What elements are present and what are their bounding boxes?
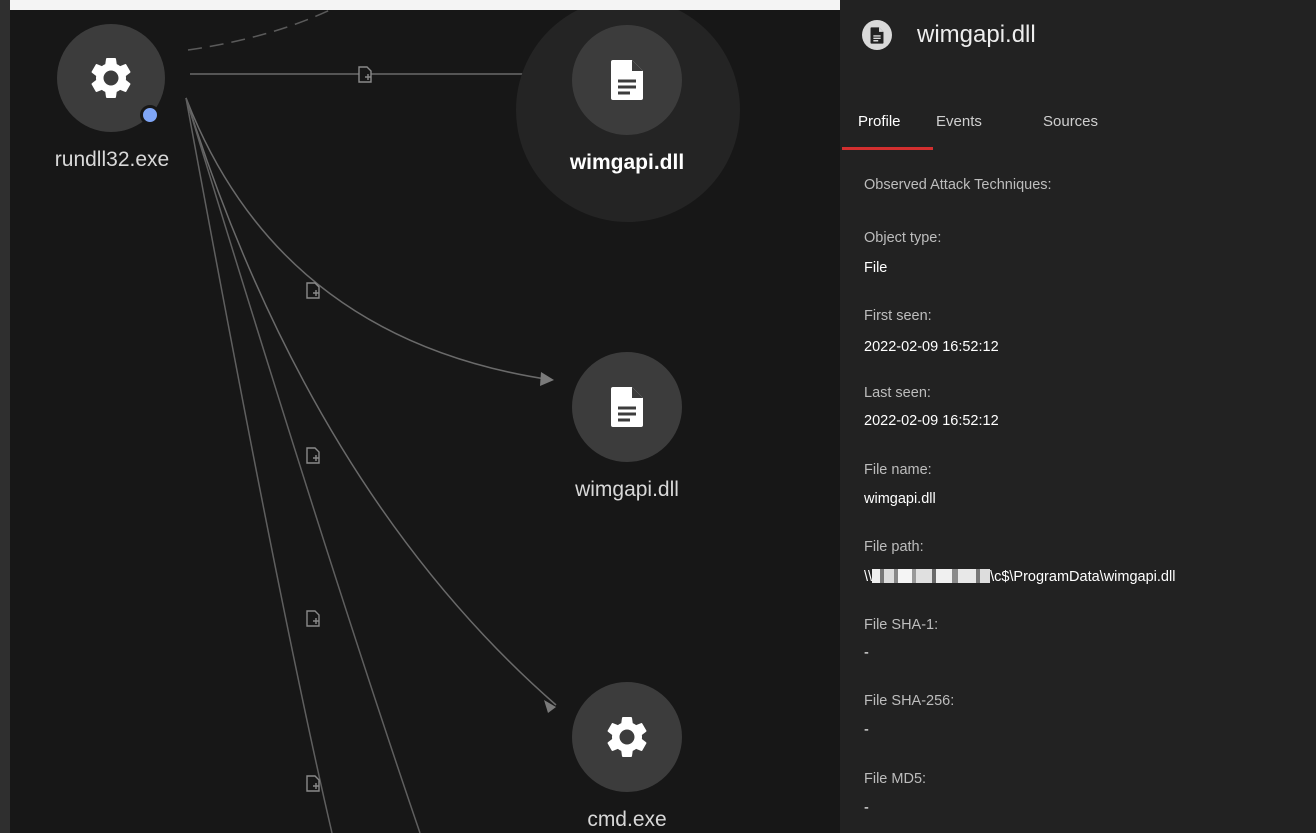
file-path-prefix: \\ <box>864 569 873 585</box>
field-value-file-name: wimgapi.dll <box>864 491 936 507</box>
tab-profile[interactable]: Profile <box>858 113 901 130</box>
node-wimgapi-selected[interactable] <box>572 25 682 135</box>
file-icon <box>611 387 643 427</box>
file-create-icon <box>306 447 320 464</box>
field-label-attack-techniques: Observed Attack Techniques: <box>864 177 1052 193</box>
field-label-sha1: File SHA-1: <box>864 617 939 633</box>
file-icon <box>862 20 892 50</box>
file-path-suffix: \c$\ProgramData\wimgapi.dll <box>990 569 1176 585</box>
left-edge-strip <box>0 0 10 833</box>
field-label-md5: File MD5: <box>864 771 927 787</box>
top-edge-strip <box>0 0 840 10</box>
tab-events[interactable]: Events <box>936 113 982 130</box>
file-icon <box>611 60 643 100</box>
field-label-file-path: File path: <box>864 539 924 555</box>
node-cmd[interactable] <box>572 682 682 792</box>
gear-icon <box>91 58 131 98</box>
edge-rundll32-to-cmd <box>185 97 557 706</box>
field-value-object-type: File <box>864 260 888 276</box>
edge-rundll32-offscreen-2 <box>185 97 333 833</box>
field-value-md5: - <box>864 800 869 816</box>
redacted-host <box>872 569 991 583</box>
file-create-icon <box>306 775 320 792</box>
status-badge <box>140 105 160 125</box>
file-create-icon <box>306 610 320 627</box>
field-label-object-type: Object type: <box>864 230 942 246</box>
field-value-sha256: - <box>864 722 869 738</box>
node-wimgapi-second[interactable] <box>572 352 682 462</box>
field-value-file-path: \\ \c$\ProgramData\wimgapi.dll <box>864 569 1175 585</box>
tab-bar: Profile Events Sources <box>840 100 1316 150</box>
field-value-last-seen: 2022-02-09 16:52:12 <box>864 413 999 429</box>
file-create-icon <box>358 66 372 83</box>
field-value-sha1: - <box>864 645 869 661</box>
field-label-first-seen: First seen: <box>864 308 932 324</box>
panel-header: wimgapi.dll <box>862 20 1036 50</box>
details-panel: wimgapi.dll Profile Events Sources Obser… <box>840 0 1316 833</box>
field-label-last-seen: Last seen: <box>864 385 931 401</box>
panel-title: wimgapi.dll <box>917 21 1036 48</box>
edge-arrowhead <box>544 700 556 713</box>
field-label-sha256: File SHA-256: <box>864 693 955 709</box>
file-create-icon <box>306 282 320 299</box>
graph-canvas[interactable]: rundll32.exe wimgapi.dll wimgapi.dll cmd… <box>10 10 840 833</box>
edge-rundll32-offscreen-1 <box>185 97 421 833</box>
node-label-wimgapi-second: wimgapi.dll <box>575 478 679 501</box>
field-value-first-seen: 2022-02-09 16:52:12 <box>864 339 999 355</box>
tab-sources[interactable]: Sources <box>1043 113 1098 130</box>
edge-rundll32-to-wimgapi-second <box>185 97 553 381</box>
edge-arrowhead <box>540 372 554 386</box>
field-label-file-name: File name: <box>864 462 932 478</box>
active-tab-indicator <box>842 147 933 150</box>
node-label-cmd: cmd.exe <box>587 808 667 831</box>
gear-icon <box>607 717 647 757</box>
node-label-wimgapi-selected: wimgapi.dll <box>569 151 685 174</box>
node-label-rundll32: rundll32.exe <box>54 148 170 171</box>
edge-dashed-top <box>187 10 331 51</box>
